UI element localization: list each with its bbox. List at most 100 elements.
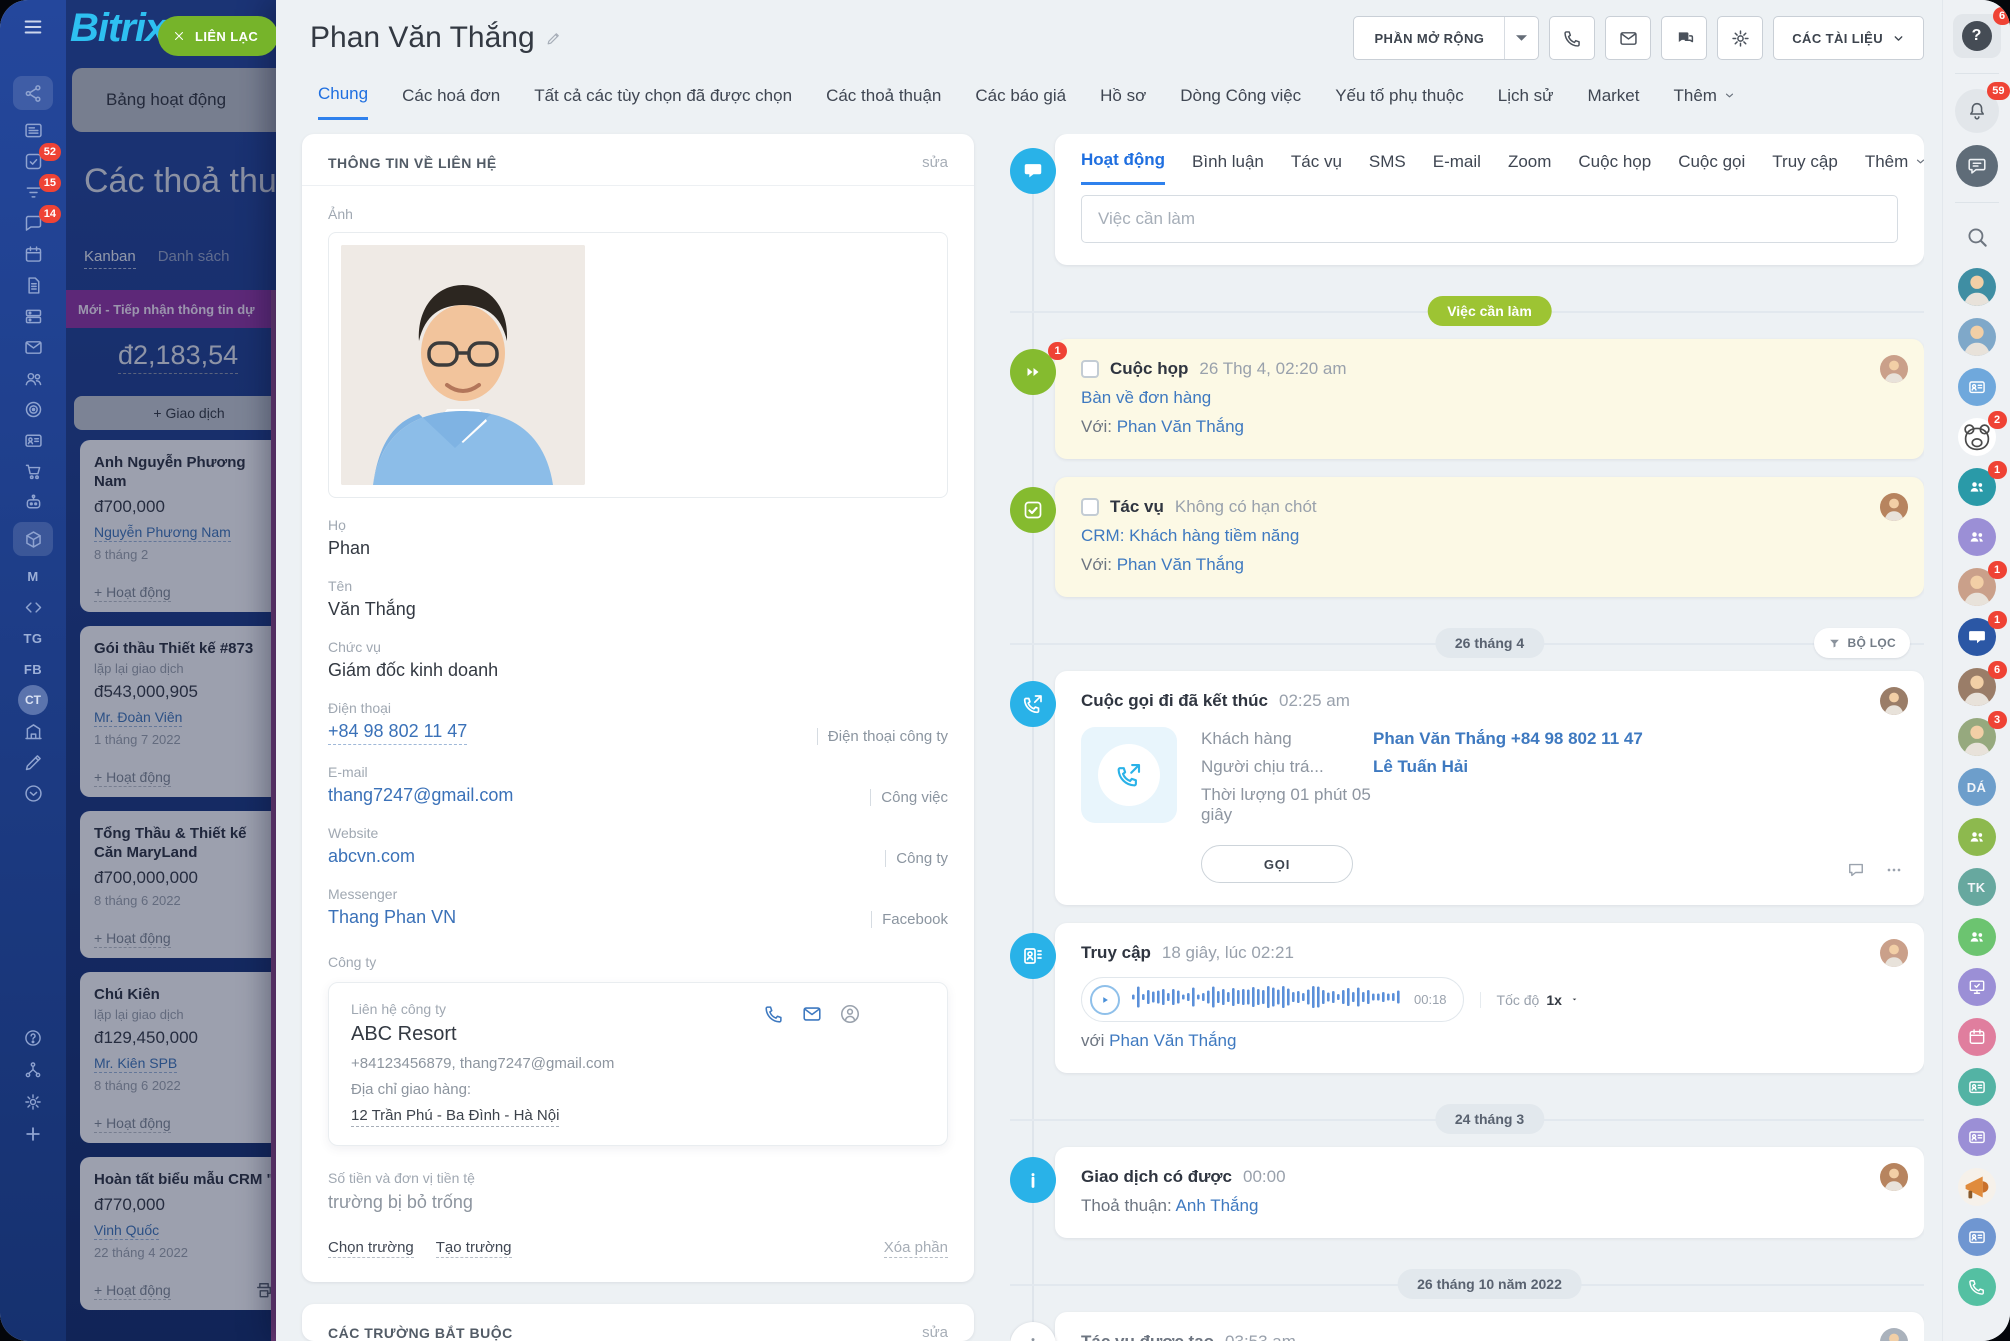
company-address[interactable]: 12 Trần Phú - Ba Đình - Hà Nội xyxy=(351,1107,559,1127)
sidebar-item-storage[interactable] xyxy=(13,522,53,556)
sidebar-item-chat[interactable]: 14 xyxy=(16,212,50,234)
sidebar-item-help[interactable] xyxy=(16,1027,50,1049)
deal-contact-link[interactable]: Nguyễn Phương Nam xyxy=(94,524,231,542)
call-detail-link[interactable]: Phan Văn Thắng +84 98 802 11 47 xyxy=(1373,729,1643,748)
chat-avatar[interactable]: 1 xyxy=(1958,568,1996,606)
tab-chung[interactable]: Chung xyxy=(318,84,368,120)
tab-các-thoả-thuận[interactable]: Các thoả thuận xyxy=(826,84,941,120)
close-icon[interactable] xyxy=(172,29,186,43)
call-again-button[interactable]: GỌI xyxy=(1201,845,1353,883)
email-button[interactable] xyxy=(1605,16,1651,60)
timeline-tab-zoom[interactable]: Zoom xyxy=(1508,150,1551,185)
deal-contact-link[interactable]: Vinh Quốc xyxy=(94,1222,159,1240)
mail-icon[interactable] xyxy=(801,1003,823,1025)
chat-group[interactable] xyxy=(1958,518,1996,556)
sidebar-item-news[interactable] xyxy=(16,119,50,141)
deal-card[interactable]: Tổng Thầu & Thiết kế Căn MaryLandđ700,00… xyxy=(80,811,276,958)
call-button[interactable] xyxy=(1549,16,1595,60)
audio-pill[interactable]: 00:18 xyxy=(1081,977,1464,1022)
deal-contact-link[interactable]: Mr. Kiên SPB xyxy=(94,1055,177,1073)
timeline-card[interactable]: Cuộc gọi đi đã kết thúc02:25 amKhách hàn… xyxy=(1055,671,1924,905)
activity-board-button[interactable]: Bảng hoạt động xyxy=(72,68,276,132)
timeline-tab-bình-luận[interactable]: Bình luận xyxy=(1192,150,1264,185)
deal-card[interactable]: Anh Nguyễn Phương Namđ700,000Nguyễn Phươ… xyxy=(80,440,276,612)
entry-link[interactable]: Phan Văn Thắng xyxy=(1117,417,1244,436)
deal-card[interactable]: Chú Kiênlặp lại giao dịchđ129,450,000Mr.… xyxy=(80,972,276,1143)
chat-crm[interactable] xyxy=(1958,1218,1996,1256)
messenger-button[interactable] xyxy=(1956,145,1998,187)
sidebar-item-tasks[interactable]: 52 xyxy=(16,150,50,172)
todo-input[interactable] xyxy=(1081,195,1898,243)
documents-button[interactable]: CÁC TÀI LIỆU xyxy=(1773,16,1924,60)
sidebar-item-more[interactable] xyxy=(16,782,50,804)
tab-tất-cả-các-tùy-chọn-đã-được-chọn[interactable]: Tất cả các tùy chọn đã được chọn xyxy=(534,84,792,120)
todo-pill[interactable]: Việc cần làm xyxy=(1427,296,1552,326)
chat-crm[interactable] xyxy=(1958,368,1996,406)
sidebar-item-add[interactable] xyxy=(16,1123,50,1145)
sidebar-item-sales[interactable] xyxy=(16,460,50,482)
timeline-tab-hoạt-động[interactable]: Hoạt động xyxy=(1081,150,1165,185)
playback-speed[interactable]: Tốc độ1x xyxy=(1480,992,1580,1008)
help-button[interactable]: ?6 xyxy=(1953,14,2001,58)
filter-button[interactable]: BỘ LỌC xyxy=(1814,628,1910,658)
chat-channel[interactable]: 1 xyxy=(1958,618,1996,656)
chat-crm[interactable] xyxy=(1958,1068,1996,1106)
field-value[interactable]: thang7247@gmail.com xyxy=(328,785,513,806)
timeline-card[interactable]: Cuộc họp26 Thg 4, 02:20 amBàn về đơn hàn… xyxy=(1055,339,1924,459)
company-card[interactable]: Liên hệ công ty ABC Resort +84123456879,… xyxy=(328,982,948,1146)
chat-group[interactable]: 1 xyxy=(1958,468,1996,506)
chat-button[interactable] xyxy=(1661,16,1707,60)
comment-button[interactable] xyxy=(1846,860,1866,885)
chat-group[interactable] xyxy=(1958,918,1996,956)
chat-bear[interactable]: 2 xyxy=(1958,418,1996,456)
phone-icon[interactable] xyxy=(763,1003,785,1025)
chat-tk[interactable]: TK xyxy=(1958,868,1996,906)
entry-link[interactable]: CRM: Khách hàng tiềm năng xyxy=(1081,526,1299,545)
chat-avatar[interactable]: 6 xyxy=(1958,668,1996,706)
deal-add-activity-link[interactable]: + Hoạt động xyxy=(94,1115,171,1133)
sidebar-item-fb[interactable]: FB xyxy=(16,658,50,680)
delete-section-link[interactable]: Xóa phần xyxy=(884,1239,948,1258)
deal-contact-link[interactable]: Mr. Đoàn Viên xyxy=(94,709,182,727)
sidebar-item-share[interactable] xyxy=(13,76,53,110)
tab-lịch-sử[interactable]: Lịch sử xyxy=(1498,84,1554,120)
sidebar-item-building[interactable] xyxy=(16,720,50,742)
menu-hamburger-icon[interactable] xyxy=(20,16,46,38)
tab-thêm[interactable]: Thêm xyxy=(1674,84,1736,120)
entry-checkbox[interactable] xyxy=(1081,498,1099,516)
deal-add-activity-link[interactable]: + Hoạt động xyxy=(94,769,171,787)
choose-field-link[interactable]: Chọn trường xyxy=(328,1239,414,1258)
search-button[interactable] xyxy=(1964,224,1990,250)
entry-checkbox[interactable] xyxy=(1081,360,1099,378)
timeline-card[interactable]: Tác vụ được tạo03:53 amCRM: Khách hàng t… xyxy=(1055,1312,1924,1341)
field-value[interactable]: abcvn.com xyxy=(328,846,415,867)
tab-hồ-sơ[interactable]: Hồ sơ xyxy=(1100,84,1146,120)
deal-add-activity-link[interactable]: + Hoạt động xyxy=(94,584,171,602)
field-value[interactable]: +84 98 802 11 47 xyxy=(328,721,467,745)
chat-avatar[interactable] xyxy=(1958,318,1996,356)
deal-add-activity-link[interactable]: + Hoạt động xyxy=(94,1282,171,1300)
sidebar-item-crm[interactable]: 15 xyxy=(16,181,50,203)
sidebar-item-mail[interactable] xyxy=(16,336,50,358)
person-icon[interactable] xyxy=(839,1003,861,1025)
sidebar-item-tg[interactable]: TG xyxy=(16,627,50,649)
edit-title-icon[interactable] xyxy=(545,30,562,47)
timeline-tab-cuộc-gọi[interactable]: Cuộc gọi xyxy=(1678,150,1745,185)
sidebar-item-docs[interactable] xyxy=(16,274,50,296)
tab-market[interactable]: Market xyxy=(1588,84,1640,120)
deal-card[interactable]: Gói thầu Thiết kế #873lặp lại giao dịchđ… xyxy=(80,626,276,797)
field-value[interactable]: Thang Phan VN xyxy=(328,907,456,928)
timeline-tab-truy-cập[interactable]: Truy cập xyxy=(1772,150,1838,185)
tab-kanban[interactable]: Kanban xyxy=(84,248,136,269)
entry-link[interactable]: Bàn về đơn hàng xyxy=(1081,388,1211,407)
tab-các-hoá-đơn[interactable]: Các hoá đơn xyxy=(402,84,500,120)
deal-card[interactable]: Hoàn tất biểu mẫu CRM "đ770,000Vinh Quốc… xyxy=(80,1157,276,1310)
settings-button[interactable] xyxy=(1717,16,1763,60)
add-deal-button[interactable]: + Giao dịch xyxy=(74,396,276,430)
sidebar-item-marketing[interactable] xyxy=(16,398,50,420)
sidebar-item-contact-center[interactable] xyxy=(16,429,50,451)
chat-da[interactable]: DÁ xyxy=(1958,768,1996,806)
tab-dòng-công-việc[interactable]: Dòng Công việc xyxy=(1180,84,1301,120)
chat-announce[interactable] xyxy=(1958,1168,1996,1206)
call-detail-link[interactable]: Lê Tuấn Hải xyxy=(1373,757,1468,776)
